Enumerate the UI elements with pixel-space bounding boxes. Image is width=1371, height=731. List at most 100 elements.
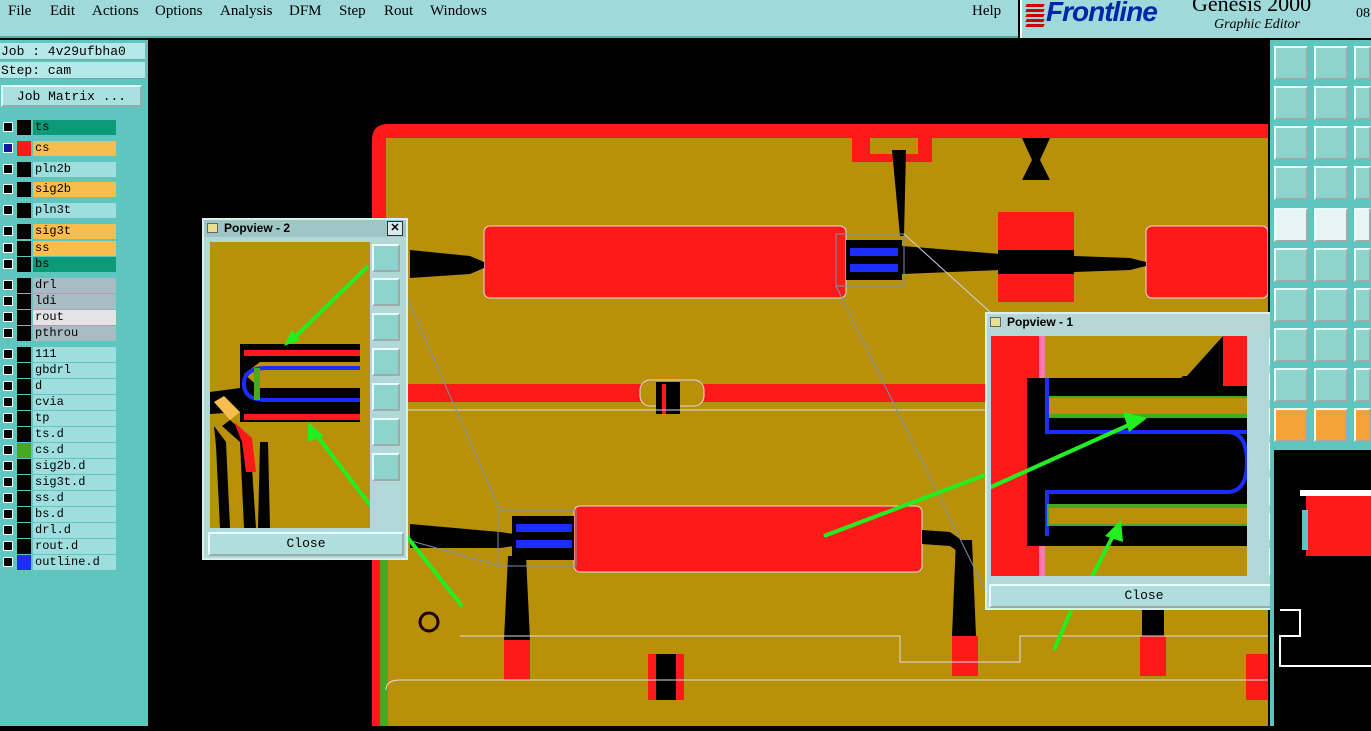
layer-color-swatch[interactable]: [17, 326, 31, 341]
layer-row[interactable]: ss: [0, 241, 118, 256]
arc-tool-icon[interactable]: [1274, 368, 1308, 402]
layer-name[interactable]: sig3t: [33, 224, 116, 239]
layer-color-swatch[interactable]: [17, 475, 31, 490]
layer-name[interactable]: sig3t.d: [33, 475, 116, 490]
layer-checkbox[interactable]: [3, 205, 13, 215]
zoom-home-tool-icon[interactable]: [1274, 126, 1308, 160]
layer-row[interactable]: ss.d: [0, 491, 118, 506]
layer-name[interactable]: sig2b.d: [33, 459, 116, 474]
layer-name[interactable]: drl: [33, 278, 116, 293]
layer-color-swatch[interactable]: [17, 141, 31, 156]
layer-checkbox[interactable]: [3, 296, 13, 306]
tool-icon[interactable]: [1354, 368, 1371, 402]
layer-checkbox[interactable]: [3, 143, 13, 153]
layer-checkbox[interactable]: [3, 280, 13, 290]
layer-name[interactable]: d: [33, 379, 116, 394]
menu-analysis[interactable]: Analysis: [220, 3, 273, 20]
hline-red-tool-icon[interactable]: [1314, 328, 1348, 362]
layer-name[interactable]: cvia: [33, 395, 116, 410]
layer-checkbox[interactable]: [3, 445, 13, 455]
zoom-area-tool-icon[interactable]: [1314, 126, 1348, 160]
layer-checkbox[interactable]: [3, 493, 13, 503]
layer-row[interactable]: ts: [0, 120, 118, 135]
layer-name[interactable]: ts.d: [33, 427, 116, 442]
layer-color-swatch[interactable]: [17, 395, 31, 410]
pan-right-icon[interactable]: [372, 383, 400, 411]
layer-checkbox[interactable]: [3, 557, 13, 567]
layer-checkbox[interactable]: [3, 381, 13, 391]
layer-checkbox[interactable]: [3, 312, 13, 322]
tool-icon[interactable]: [1354, 208, 1371, 242]
layer-name[interactable]: ss.d: [33, 491, 116, 506]
tool-icon[interactable]: [1354, 86, 1371, 120]
pan-up-tool-icon[interactable]: [1274, 46, 1308, 80]
layer-row[interactable]: rout.d: [0, 539, 118, 554]
layer-color-swatch[interactable]: [17, 294, 31, 309]
layer-row[interactable]: cvia: [0, 395, 118, 410]
layer-color-swatch[interactable]: [17, 443, 31, 458]
menu-help[interactable]: Help: [972, 3, 1001, 20]
zoom-out-icon[interactable]: [372, 453, 400, 481]
layer-checkbox[interactable]: [3, 349, 13, 359]
select-tool-icon[interactable]: [1274, 208, 1308, 242]
draw-tool-icon[interactable]: [1314, 208, 1348, 242]
layer-name[interactable]: pln3t: [33, 203, 116, 218]
layer-color-swatch[interactable]: [17, 363, 31, 378]
layer-row[interactable]: sig2b: [0, 182, 118, 197]
job-matrix-button[interactable]: Job Matrix ...: [1, 85, 142, 107]
layer-row[interactable]: bs: [0, 257, 118, 272]
layer-row[interactable]: d: [0, 379, 118, 394]
layer-color-swatch[interactable]: [17, 162, 31, 177]
popview-2-window[interactable]: Popview - 2 ✕ Close: [202, 218, 408, 560]
orange-tool-icon[interactable]: [1274, 408, 1308, 442]
layer-name[interactable]: pthrou: [33, 326, 116, 341]
layer-color-swatch[interactable]: [17, 241, 31, 256]
layer-name[interactable]: bs: [33, 257, 116, 272]
tool-icon[interactable]: [1354, 248, 1371, 282]
layer-row[interactable]: sig3t.d: [0, 475, 118, 490]
layer-name[interactable]: drl.d: [33, 523, 116, 538]
layer-checkbox[interactable]: [3, 328, 13, 338]
menu-step[interactable]: Step: [339, 3, 366, 20]
layer-color-swatch[interactable]: [17, 539, 31, 554]
layer-name[interactable]: 111: [33, 347, 116, 362]
menu-dfm[interactable]: DFM: [289, 3, 322, 20]
layer-color-swatch[interactable]: [17, 523, 31, 538]
tool-icon[interactable]: [1354, 408, 1371, 442]
layer-checkbox[interactable]: [3, 477, 13, 487]
layer-row[interactable]: pln3t: [0, 203, 118, 218]
layer-checkbox[interactable]: [3, 397, 13, 407]
menu-windows[interactable]: Windows: [430, 3, 487, 20]
layer-name[interactable]: bs.d: [33, 507, 116, 522]
layer-row[interactable]: gbdrl: [0, 363, 118, 378]
layer-color-swatch[interactable]: [17, 555, 31, 570]
menu-actions[interactable]: Actions: [92, 3, 139, 20]
layer-checkbox[interactable]: [3, 184, 13, 194]
line-tool-icon[interactable]: [1274, 288, 1308, 322]
layer-row[interactable]: sig3t: [0, 224, 118, 239]
layer-name[interactable]: gbdrl: [33, 363, 116, 378]
pan-up-icon[interactable]: [372, 278, 400, 306]
popview-1-titlebar[interactable]: Popview - 1 ✕: [987, 314, 1301, 331]
pan-left-tool-icon[interactable]: [1274, 86, 1308, 120]
tool-icon[interactable]: [1354, 288, 1371, 322]
layer-color-swatch[interactable]: [17, 310, 31, 325]
close-icon[interactable]: ✕: [387, 221, 403, 236]
layer-row[interactable]: 111: [0, 347, 118, 362]
layer-color-swatch[interactable]: [17, 459, 31, 474]
popview-2-close-button[interactable]: Close: [208, 532, 404, 556]
tool-icon[interactable]: [1354, 328, 1371, 362]
layer-name[interactable]: cs: [33, 141, 116, 156]
pan-right-tool-icon[interactable]: [1314, 86, 1348, 120]
hline-tool-icon[interactable]: [1274, 328, 1308, 362]
layer-color-swatch[interactable]: [17, 379, 31, 394]
layer-color-swatch[interactable]: [17, 120, 31, 135]
layer-color-swatch[interactable]: [17, 427, 31, 442]
layer-row[interactable]: ldi: [0, 294, 118, 309]
pan-down-icon[interactable]: [372, 313, 400, 341]
layer-name[interactable]: rout.d: [33, 539, 116, 554]
popview-2-canvas[interactable]: [210, 242, 370, 528]
layer-checkbox[interactable]: [3, 525, 13, 535]
layer-color-swatch[interactable]: [17, 278, 31, 293]
layer-checkbox[interactable]: [3, 164, 13, 174]
